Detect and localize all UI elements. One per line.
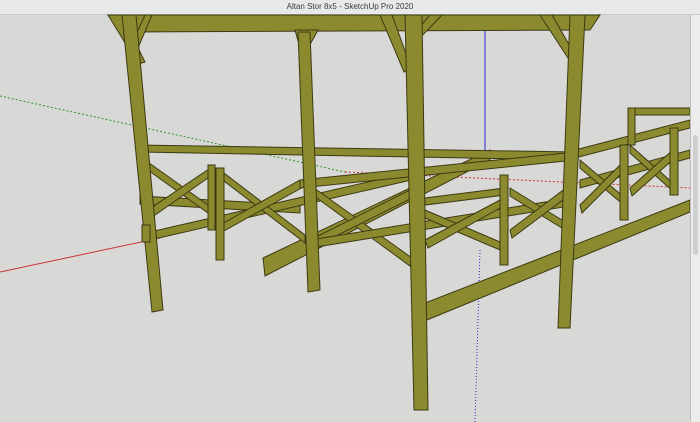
scroll-thumb[interactable]: [693, 135, 698, 255]
post-front-right: [557, 14, 586, 329]
right-post-back: [627, 107, 636, 146]
green-axis-back: [0, 95, 346, 173]
top-rail-left: [137, 144, 576, 161]
right-post-1: [619, 144, 629, 221]
post-front-center: [404, 14, 429, 411]
pergola-model[interactable]: [0, 0, 700, 422]
post-rail-1b: [207, 164, 216, 231]
post-rail-1: [215, 167, 225, 261]
rail-front-2: [424, 187, 506, 206]
post-rail-2: [499, 174, 509, 266]
sketchup-window: Altan Stor 8x5 - SketchUp Pro 2020: [0, 0, 700, 422]
right-top-beam: [627, 107, 691, 116]
post-bracket: [141, 224, 151, 243]
right-panel-scrollbar[interactable]: [690, 15, 700, 422]
roof-beam: [107, 14, 601, 33]
right-post-2: [669, 127, 679, 196]
red-axis: [0, 237, 161, 273]
blue-axis-down: [474, 249, 481, 422]
